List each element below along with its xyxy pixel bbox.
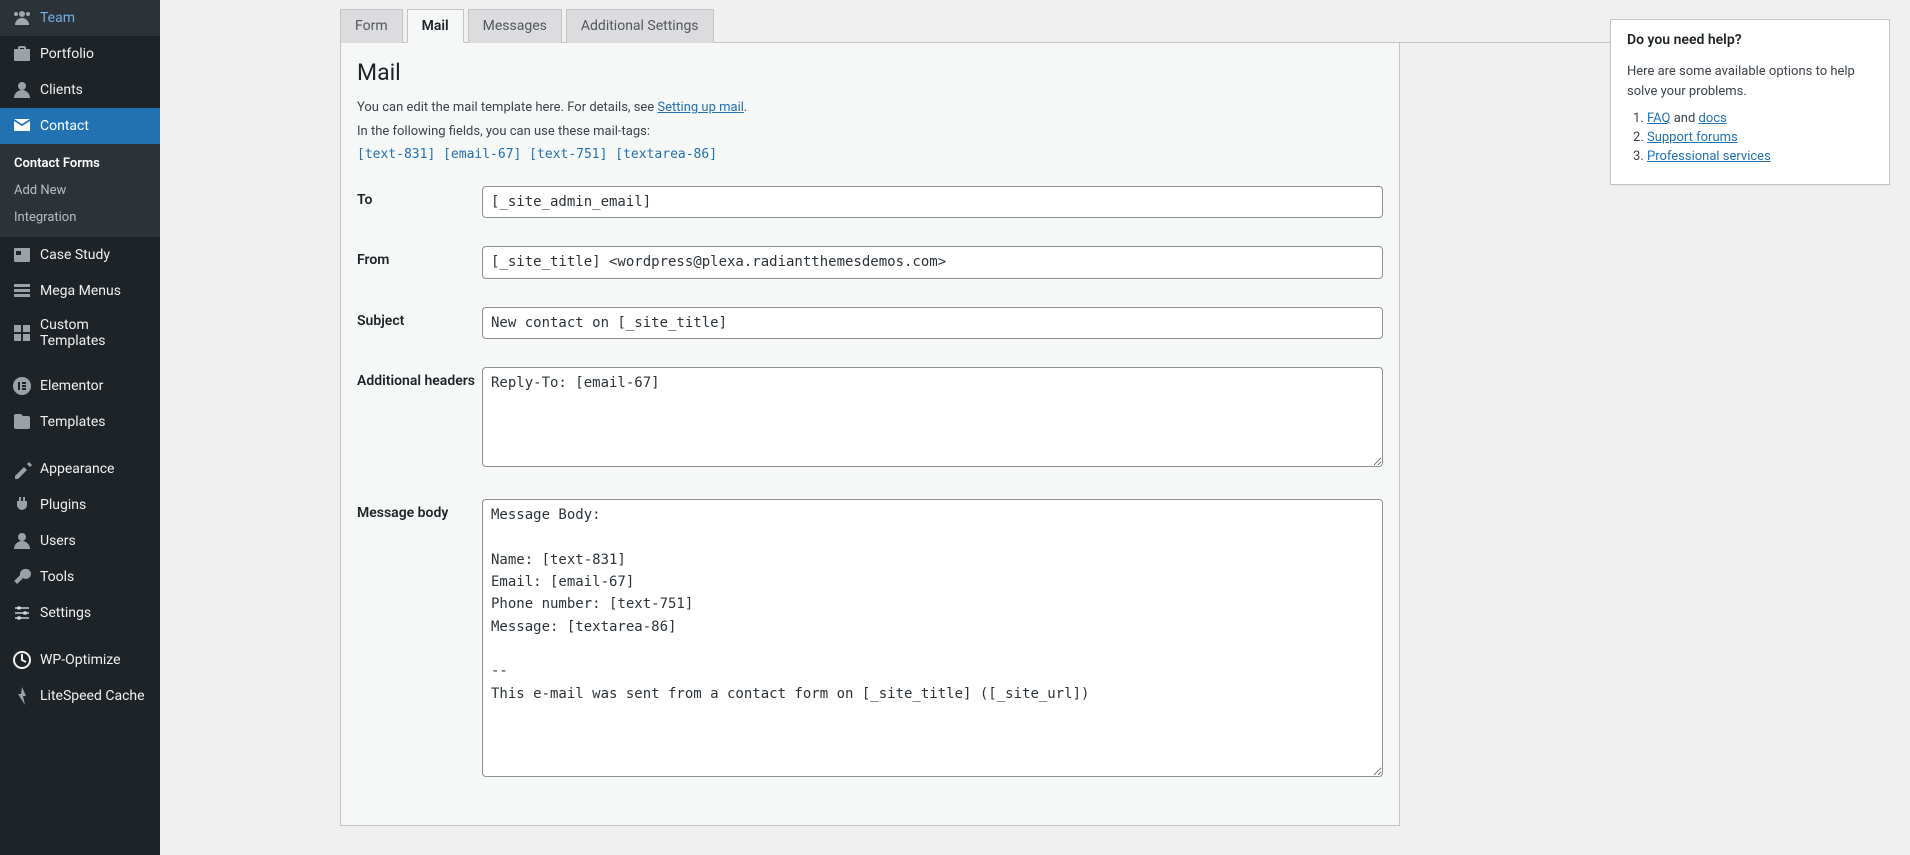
tab-form[interactable]: Form — [340, 9, 403, 43]
sidebar-item-users[interactable]: Users — [0, 523, 160, 559]
intro-line-1: You can edit the mail template here. For… — [357, 98, 1383, 118]
elementor-icon — [12, 376, 32, 396]
sidebar-item-label: LiteSpeed Cache — [40, 688, 145, 704]
professional-services-link[interactable]: Professional services — [1647, 149, 1771, 164]
sidebar-item-custom-templates[interactable]: Custom Templates — [0, 309, 160, 357]
sidebar-item-settings[interactable]: Settings — [0, 595, 160, 631]
message-body-label: Message body — [357, 499, 482, 782]
tab-messages[interactable]: Messages — [468, 9, 562, 43]
sidebar-item-plugins[interactable]: Plugins — [0, 487, 160, 523]
case-study-icon — [12, 245, 32, 265]
to-input[interactable] — [482, 186, 1383, 218]
sidebar-item-label: Clients — [40, 82, 83, 98]
sidebar-item-label: Tools — [40, 569, 74, 585]
sidebar-item-label: Plugins — [40, 497, 86, 513]
mega-menus-icon — [12, 281, 32, 301]
submenu-item-contact-forms[interactable]: Contact Forms — [0, 150, 160, 177]
additional-headers-label: Additional headers — [357, 367, 482, 471]
tools-icon — [12, 567, 32, 587]
help-link-item-faq-docs: FAQ and docs — [1647, 111, 1873, 126]
users-icon — [12, 531, 32, 551]
tab-mail[interactable]: Mail — [407, 9, 464, 43]
templates-icon — [12, 412, 32, 432]
sidebar-item-label: Custom Templates — [40, 317, 148, 349]
intro-line-2: In the following fields, you can use the… — [357, 122, 1383, 142]
sidebar-submenu: Contact Forms Add New Integration — [0, 144, 160, 237]
to-label: To — [357, 186, 482, 218]
sidebar-item-litespeed-cache[interactable]: LiteSpeed Cache — [0, 678, 160, 714]
sidebar-item-label: Templates — [40, 414, 106, 430]
sidebar-item-portfolio[interactable]: Portfolio — [0, 36, 160, 72]
sidebar-item-team[interactable]: Team — [0, 0, 160, 36]
message-body-input[interactable]: Message Body: Name: [text-831] Email: [e… — [482, 499, 1383, 778]
submenu-item-integration[interactable]: Integration — [0, 204, 160, 231]
sidebar-item-tools[interactable]: Tools — [0, 559, 160, 595]
support-forums-link[interactable]: Support forums — [1647, 130, 1738, 145]
help-box: Do you need help? Here are some availabl… — [1610, 19, 1890, 185]
sidebar-item-label: Users — [40, 533, 76, 549]
sidebar-item-label: Appearance — [40, 461, 114, 477]
sidebar-item-mega-menus[interactable]: Mega Menus — [0, 273, 160, 309]
sidebar-item-templates[interactable]: Templates — [0, 404, 160, 440]
from-label: From — [357, 246, 482, 278]
sidebar-item-elementor[interactable]: Elementor — [0, 368, 160, 404]
wp-optimize-icon — [12, 650, 32, 670]
sidebar-item-label: Team — [40, 10, 75, 26]
sidebar-item-appearance[interactable]: Appearance — [0, 451, 160, 487]
team-icon — [12, 8, 32, 28]
tab-additional-settings[interactable]: Additional Settings — [566, 9, 714, 43]
admin-sidebar: Team Portfolio Clients Contact Contact F… — [0, 0, 160, 855]
appearance-icon — [12, 459, 32, 479]
sidebar-item-label: Mega Menus — [40, 283, 121, 299]
submenu-item-add-new[interactable]: Add New — [0, 177, 160, 204]
contact-icon — [12, 116, 32, 136]
setting-up-mail-link[interactable]: Setting up mail — [657, 100, 743, 115]
from-input[interactable] — [482, 246, 1383, 278]
sidebar-item-label: Settings — [40, 605, 91, 621]
faq-link[interactable]: FAQ — [1647, 111, 1670, 126]
sidebar-item-label: Portfolio — [40, 46, 94, 62]
sidebar-item-label: Elementor — [40, 378, 103, 394]
plugins-icon — [12, 495, 32, 515]
additional-headers-input[interactable]: Reply-To: [email-67] — [482, 367, 1383, 467]
panel-heading: Mail — [357, 59, 1383, 86]
sidebar-item-label: Contact — [40, 118, 89, 134]
sidebar-item-contact[interactable]: Contact — [0, 108, 160, 144]
mail-tags: [text-831] [email-67] [text-751] [textar… — [357, 147, 1383, 162]
sidebar-item-case-study[interactable]: Case Study — [0, 237, 160, 273]
help-link-item-forums: Support forums — [1647, 130, 1873, 145]
mail-panel: Mail You can edit the mail template here… — [340, 43, 1400, 826]
help-intro: Here are some available options to help … — [1627, 62, 1873, 101]
sidebar-item-wp-optimize[interactable]: WP-Optimize — [0, 642, 160, 678]
settings-icon — [12, 603, 32, 623]
subject-label: Subject — [357, 307, 482, 339]
custom-templates-icon — [12, 323, 32, 343]
litespeed-icon — [12, 686, 32, 706]
sidebar-item-label: Case Study — [40, 247, 110, 263]
sidebar-item-clients[interactable]: Clients — [0, 72, 160, 108]
portfolio-icon — [12, 44, 32, 64]
help-heading: Do you need help? — [1627, 32, 1873, 48]
subject-input[interactable] — [482, 307, 1383, 339]
help-link-item-pro: Professional services — [1647, 149, 1873, 164]
sidebar-item-label: WP-Optimize — [40, 652, 121, 668]
clients-icon — [12, 80, 32, 100]
docs-link[interactable]: docs — [1699, 111, 1727, 126]
